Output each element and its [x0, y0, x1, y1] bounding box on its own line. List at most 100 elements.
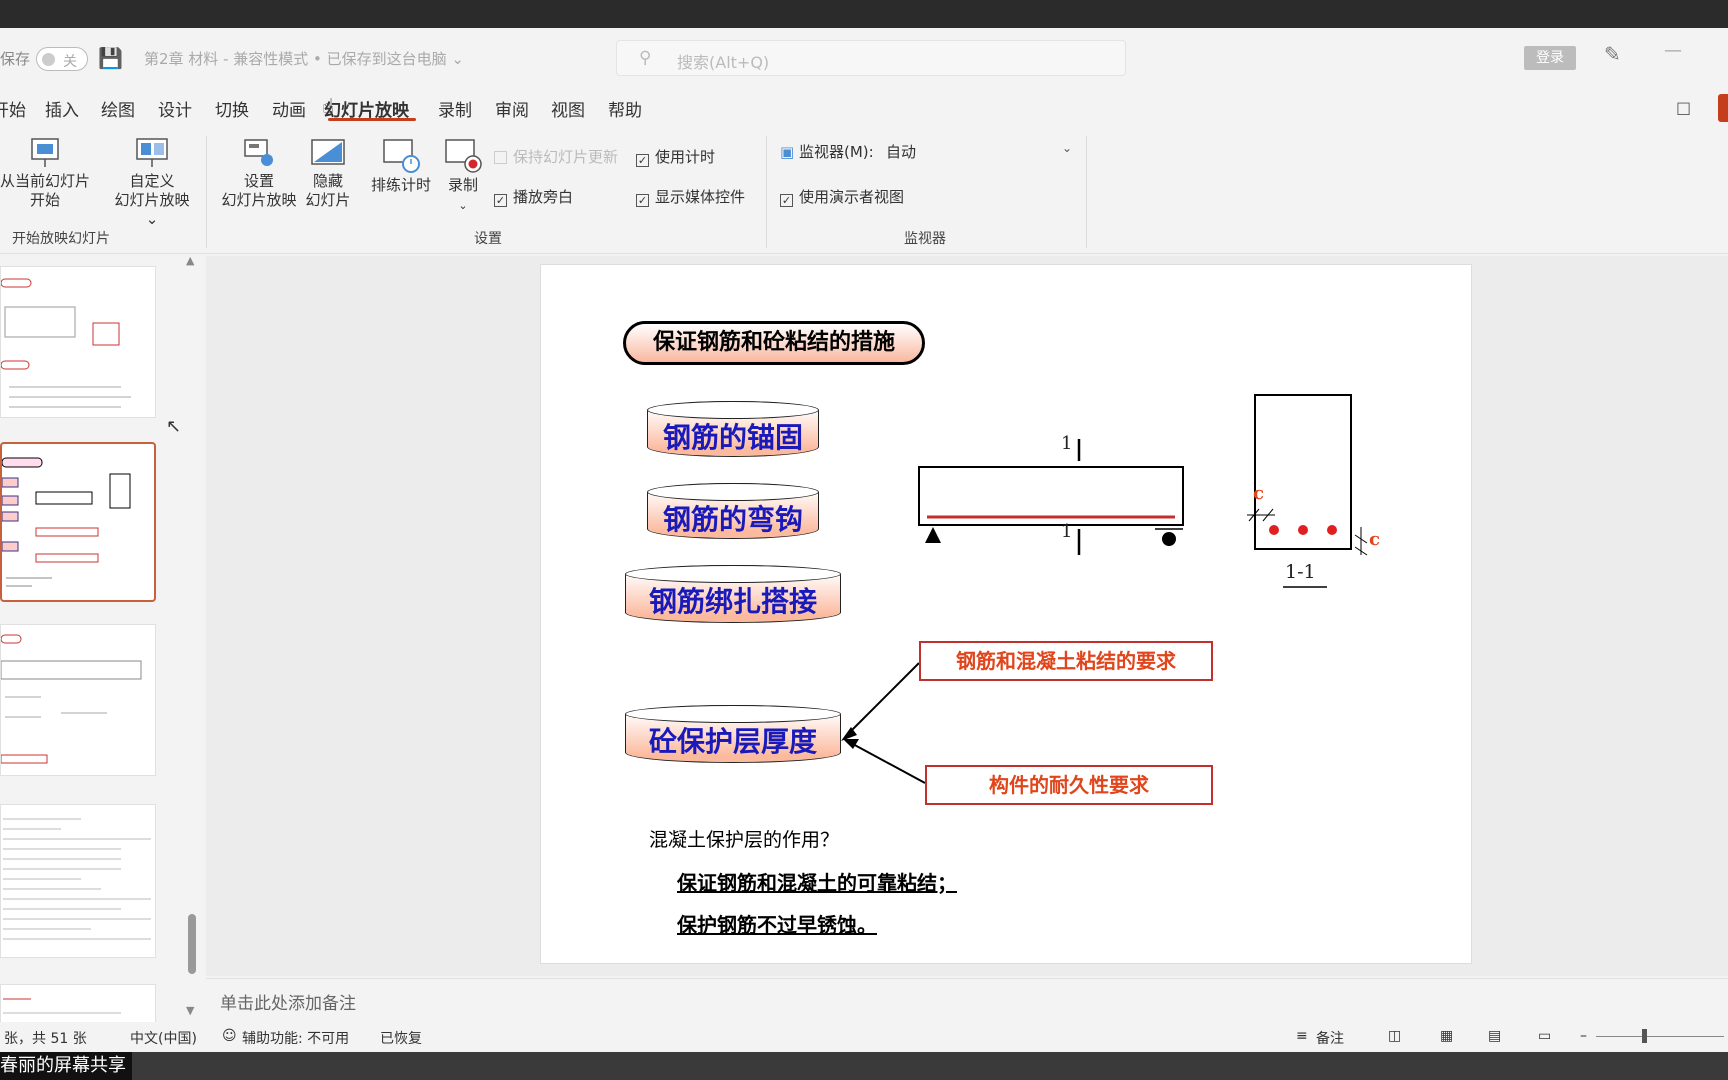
record-chevron-icon: ⌄: [458, 199, 468, 212]
play-narration-checkbox[interactable]: ✓ 播放旁白: [494, 186, 573, 207]
keep-updated-checkbox[interactable]: 保持幻灯片更新: [494, 146, 618, 167]
slide-thumbnails-pane: [0, 256, 190, 1044]
hide-slide-button[interactable]: 隐藏 幻灯片: [300, 136, 356, 210]
custom-slideshow-button[interactable]: 自定义 幻灯片放映 ⌄: [106, 136, 198, 229]
use-timings-checkbox[interactable]: ✓ 使用计时: [636, 146, 715, 167]
group-start-label: 开始放映幻灯片: [12, 231, 110, 247]
document-title[interactable]: 第2章 材料 - 兼容性模式 • 已保存到这台电脑 ⌄: [144, 48, 464, 69]
thumbnails-scrollbar[interactable]: [188, 914, 196, 974]
tab-review[interactable]: 审阅: [495, 96, 529, 121]
monitor-icon: ▣: [780, 143, 795, 161]
setup-line2: 幻灯片放映: [221, 191, 297, 209]
ribbon-separator: [206, 136, 207, 248]
notes-placeholder[interactable]: 单击此处添加备注: [220, 989, 356, 1014]
section-label: 1-1: [1285, 561, 1316, 583]
checkbox-box: [494, 151, 507, 164]
screen-share-label: 春丽的屏幕共享: [0, 1052, 132, 1080]
slide-thumbnail-selected[interactable]: [0, 442, 156, 602]
accessibility-status[interactable]: 辅助功能: 不可用: [242, 1028, 349, 1048]
tab-view[interactable]: 视图: [551, 96, 585, 121]
rebar-dot: [1327, 525, 1337, 535]
login-button[interactable]: 登录: [1524, 46, 1576, 70]
slideshow-view-icon[interactable]: ▭: [1538, 1028, 1551, 1044]
minimize-icon[interactable]: —: [1664, 40, 1682, 61]
search-box[interactable]: ⚲ 搜索(Alt+Q): [616, 40, 1126, 76]
tab-draw[interactable]: 绘图: [101, 96, 135, 121]
search-icon: ⚲: [639, 48, 652, 68]
scroll-up-icon[interactable]: ▲: [186, 254, 194, 267]
tab-animations[interactable]: 动画: [272, 96, 306, 121]
section-mark-bottom: 1: [1061, 521, 1073, 542]
arrow-line-bond: [846, 662, 920, 736]
check-icon: ✓: [636, 154, 649, 167]
save-icon[interactable]: 💾: [98, 47, 123, 69]
use-timings-label: 使用计时: [655, 148, 716, 166]
ribbon: 从当前幻灯片 开始 自定义 幻灯片放映 ⌄ 开始放映幻灯片 设置 幻灯片放映 隐…: [0, 128, 1728, 254]
tab-help[interactable]: 帮助: [608, 96, 642, 121]
thumbnail-preview: [1, 634, 142, 764]
thumbnail-preview: [3, 818, 151, 940]
play-narration-label: 播放旁白: [513, 188, 574, 206]
comment-icon[interactable]: □: [1676, 98, 1691, 117]
normal-view-icon[interactable]: ◫: [1388, 1028, 1401, 1044]
notes-button[interactable]: 备注: [1316, 1028, 1344, 1048]
rehearse-timings-button[interactable]: 排练计时: [366, 136, 436, 195]
pin-support: [925, 527, 941, 543]
custom-line1: 自定义: [129, 172, 175, 190]
autosave-label: 保存: [0, 50, 31, 68]
slide-thumbnail[interactable]: [0, 804, 156, 958]
autosave-toggle[interactable]: 关: [36, 47, 88, 71]
slide-answer-1: 保证钢筋和混凝土的可靠粘结；: [677, 871, 957, 895]
arrow-head-durability: [843, 739, 859, 749]
cover-label-right: c: [1369, 529, 1380, 550]
tab-design[interactable]: 设计: [158, 96, 192, 121]
presenter-view-label: 使用演示者视图: [799, 188, 905, 206]
hand-cursor-icon: ☝: [322, 94, 335, 118]
requirement-durability-box[interactable]: 构件的耐久性要求: [925, 765, 1213, 805]
pen-icon[interactable]: ✎: [1604, 42, 1621, 66]
tab-insert[interactable]: 插入: [45, 96, 79, 121]
requirement-bond-box[interactable]: 钢筋和混凝土粘结的要求: [919, 641, 1213, 681]
slide-thumbnail[interactable]: [0, 624, 156, 776]
monitor-label-text: 监视器(M):: [798, 143, 874, 161]
zoom-out-icon[interactable]: –: [1580, 1028, 1587, 1044]
language-indicator[interactable]: 中文(中国): [130, 1028, 197, 1048]
accessibility-icon[interactable]: ☺: [222, 1028, 237, 1044]
show-media-controls-label: 显示媒体控件: [655, 188, 746, 206]
zoom-slider-handle[interactable]: [1642, 1029, 1647, 1043]
thumbnail-preview: [1, 278, 131, 408]
active-tab-indicator: [328, 118, 416, 121]
slide-thumbnail[interactable]: [0, 266, 156, 418]
zoom-slider[interactable]: [1596, 1036, 1724, 1037]
notes-pane[interactable]: 单击此处添加备注: [206, 978, 1728, 1020]
search-input[interactable]: 搜索(Alt+Q): [677, 49, 769, 73]
presenter-view-checkbox[interactable]: ✓ 使用演示者视图: [780, 186, 904, 207]
slide-start-icon: [31, 138, 59, 167]
arrow-line-durability: [850, 742, 926, 784]
from-current-slide-button[interactable]: 从当前幻灯片 开始: [0, 136, 90, 210]
recovered-status: 已恢复: [380, 1031, 422, 1047]
reading-view-icon[interactable]: ▤: [1488, 1028, 1501, 1044]
title-bar: 保存 关 💾 第2章 材料 - 兼容性模式 • 已保存到这台电脑 ⌄ ⚲ 搜索(…: [0, 28, 1728, 88]
tab-transitions[interactable]: 切换: [215, 96, 249, 121]
share-button[interactable]: [1718, 94, 1728, 122]
notes-icon[interactable]: ≡: [1296, 1028, 1308, 1044]
rebar-dot: [1269, 525, 1279, 535]
tab-home[interactable]: 开始: [0, 96, 26, 121]
check-icon: ✓: [494, 194, 507, 207]
hide-slide-icon: [311, 139, 345, 165]
status-bar: 张，共 51 张 中文(中国) ☺ 辅助功能: 不可用 已恢复 ≡ 备注 ◫ ▦…: [0, 1022, 1728, 1052]
record-button[interactable]: 录制 ⌄: [438, 136, 488, 215]
slide-question: 混凝土保护层的作用？: [649, 829, 840, 851]
monitor-select[interactable]: 自动 ⌄: [886, 141, 1076, 165]
section-mark-top: 1: [1061, 433, 1073, 454]
show-media-controls-checkbox[interactable]: ✓ 显示媒体控件: [636, 186, 745, 207]
tab-record[interactable]: 录制: [438, 96, 472, 121]
group-setup-label: 设置: [474, 231, 502, 247]
slide-sorter-icon[interactable]: ▦: [1440, 1028, 1453, 1044]
slide-canvas[interactable]: 保证钢筋和砼粘结的措施 钢筋的锚固 钢筋的弯钩 钢筋绑扎搭接 砼保护层厚度 1 …: [540, 264, 1472, 964]
rehearse-label: 排练计时: [370, 176, 431, 194]
scroll-down-icon[interactable]: ▼: [186, 1004, 194, 1017]
setup-line1: 设置: [243, 172, 274, 190]
setup-slideshow-button[interactable]: 设置 幻灯片放映: [220, 136, 298, 210]
